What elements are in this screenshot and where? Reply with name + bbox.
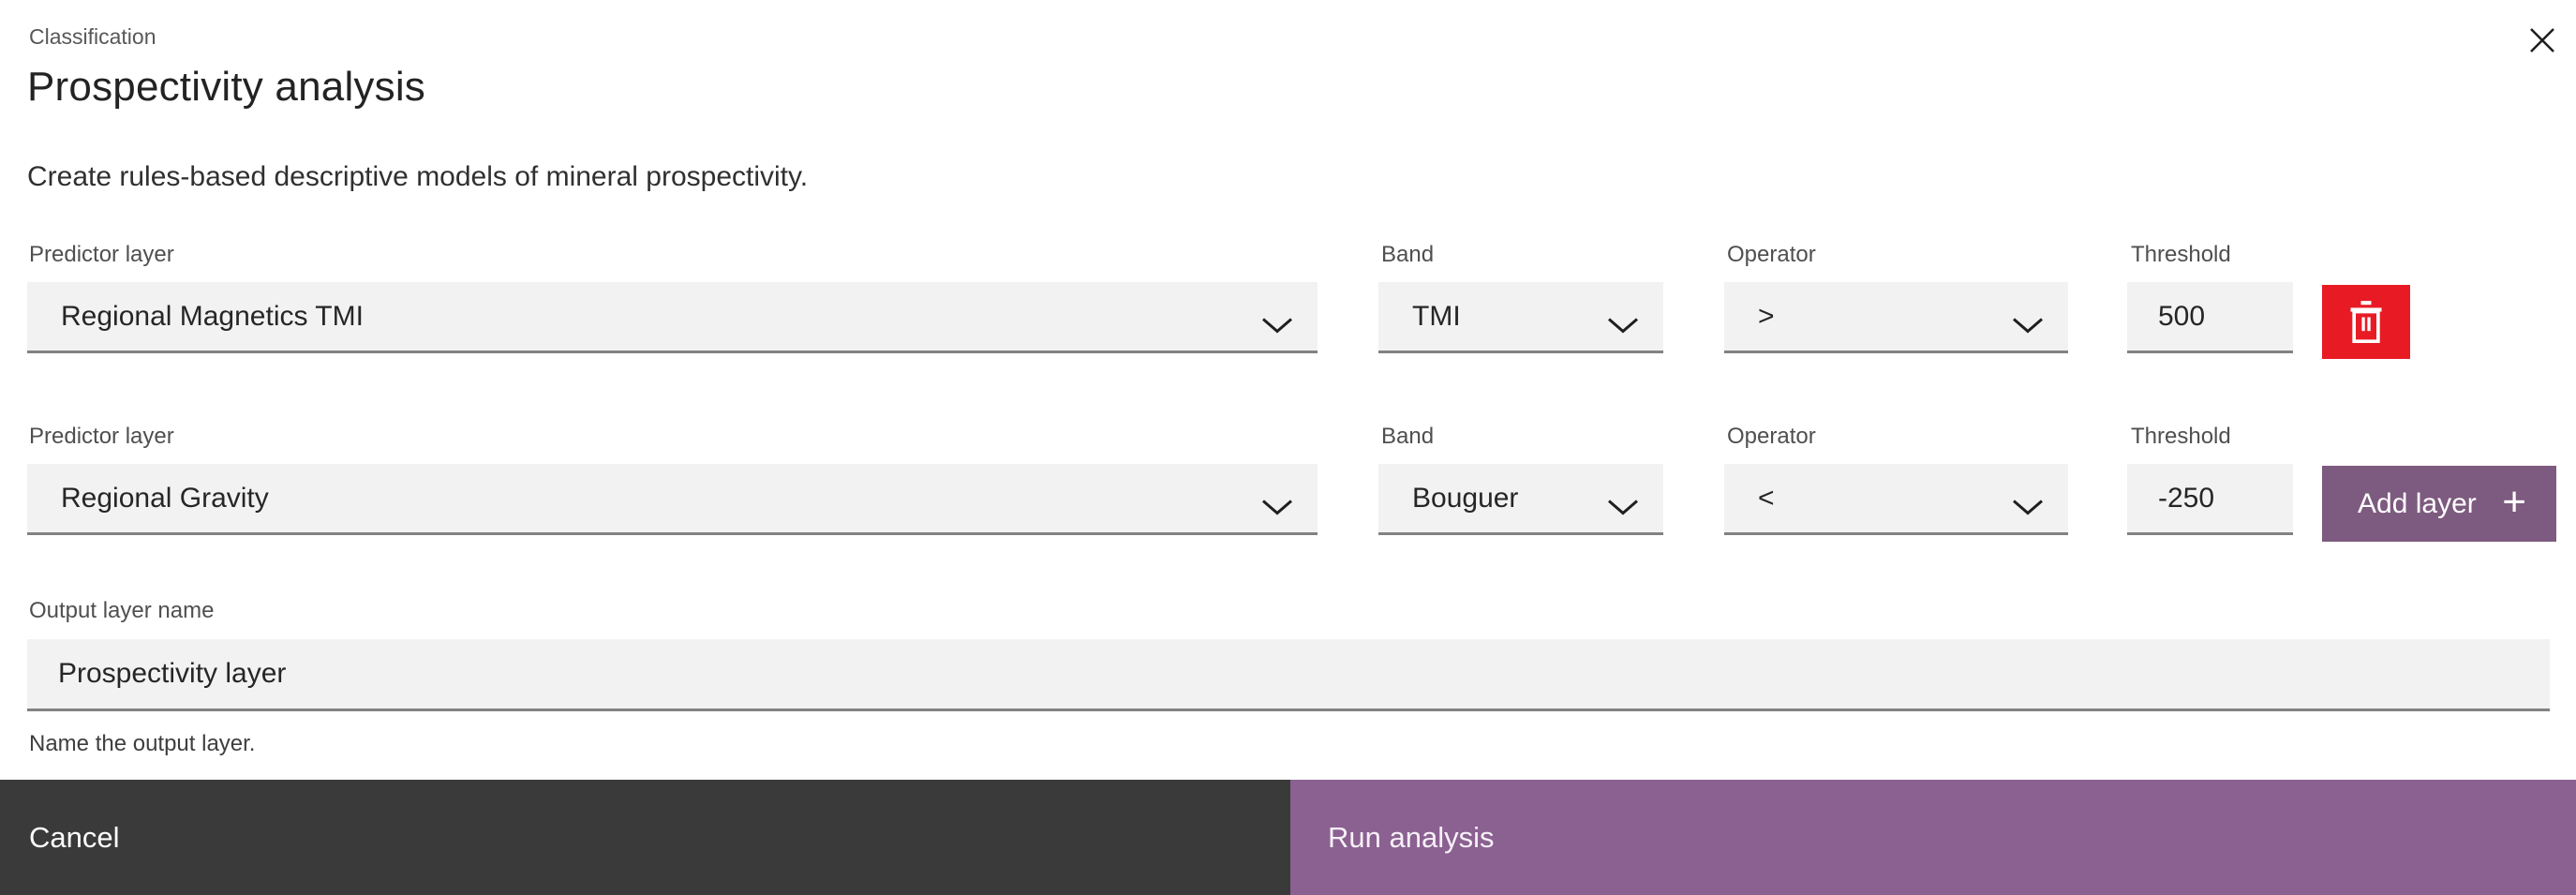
band-label: Band xyxy=(1381,424,1434,450)
predictor-row-1: Predictor layer Band Operator Threshold … xyxy=(0,240,2576,366)
predictor-row-2: Predictor layer Band Operator Threshold … xyxy=(0,422,2576,548)
predictor-layer-select[interactable]: Regional Gravity xyxy=(27,464,1318,535)
operator-select[interactable]: < xyxy=(1724,464,2068,535)
chevron-down-icon xyxy=(1607,308,1639,324)
threshold-label: Threshold xyxy=(2131,424,2231,450)
page-title: Prospectivity analysis xyxy=(27,64,425,111)
predictor-layer-value: Regional Gravity xyxy=(61,483,269,515)
breadcrumb-category: Classification xyxy=(29,24,156,50)
band-value: TMI xyxy=(1412,301,1461,333)
dialog-footer: Cancel Run analysis xyxy=(0,780,2576,895)
band-select[interactable]: TMI xyxy=(1378,282,1663,353)
run-analysis-label: Run analysis xyxy=(1328,821,1494,855)
dialog-description: Create rules-based descriptive models of… xyxy=(27,161,808,193)
cancel-button[interactable]: Cancel xyxy=(0,780,1290,895)
predictor-layer-select[interactable]: Regional Magnetics TMI xyxy=(27,282,1318,353)
close-button[interactable] xyxy=(2519,17,2566,64)
threshold-input[interactable] xyxy=(2127,282,2293,353)
band-value: Bouguer xyxy=(1412,483,1518,515)
band-select[interactable]: Bouguer xyxy=(1378,464,1663,535)
output-helper-text: Name the output layer. xyxy=(29,731,255,757)
run-analysis-button[interactable]: Run analysis xyxy=(1290,780,2576,895)
trash-icon xyxy=(2345,299,2387,346)
add-layer-label: Add layer xyxy=(2358,488,2477,520)
operator-label: Operator xyxy=(1727,242,1816,268)
output-layer-name-label: Output layer name xyxy=(29,598,214,624)
chevron-down-icon xyxy=(2012,490,2044,506)
add-layer-button[interactable]: Add layer + xyxy=(2322,466,2556,542)
cancel-label: Cancel xyxy=(29,821,120,855)
close-icon xyxy=(2529,27,2555,53)
chevron-down-icon xyxy=(1261,308,1293,324)
output-layer-name-input[interactable] xyxy=(27,639,2550,711)
predictor-layer-label: Predictor layer xyxy=(29,242,174,268)
operator-select[interactable]: > xyxy=(1724,282,2068,353)
chevron-down-icon xyxy=(1607,490,1639,506)
predictor-layer-label: Predictor layer xyxy=(29,424,174,450)
threshold-input[interactable] xyxy=(2127,464,2293,535)
delete-layer-button[interactable] xyxy=(2322,285,2410,359)
predictor-layer-value: Regional Magnetics TMI xyxy=(61,301,364,333)
chevron-down-icon xyxy=(1261,490,1293,506)
band-label: Band xyxy=(1381,242,1434,268)
chevron-down-icon xyxy=(2012,308,2044,324)
operator-value: < xyxy=(1758,483,1775,515)
operator-value: > xyxy=(1758,301,1775,333)
threshold-label: Threshold xyxy=(2131,242,2231,268)
plus-icon: + xyxy=(2502,482,2526,523)
operator-label: Operator xyxy=(1727,424,1816,450)
